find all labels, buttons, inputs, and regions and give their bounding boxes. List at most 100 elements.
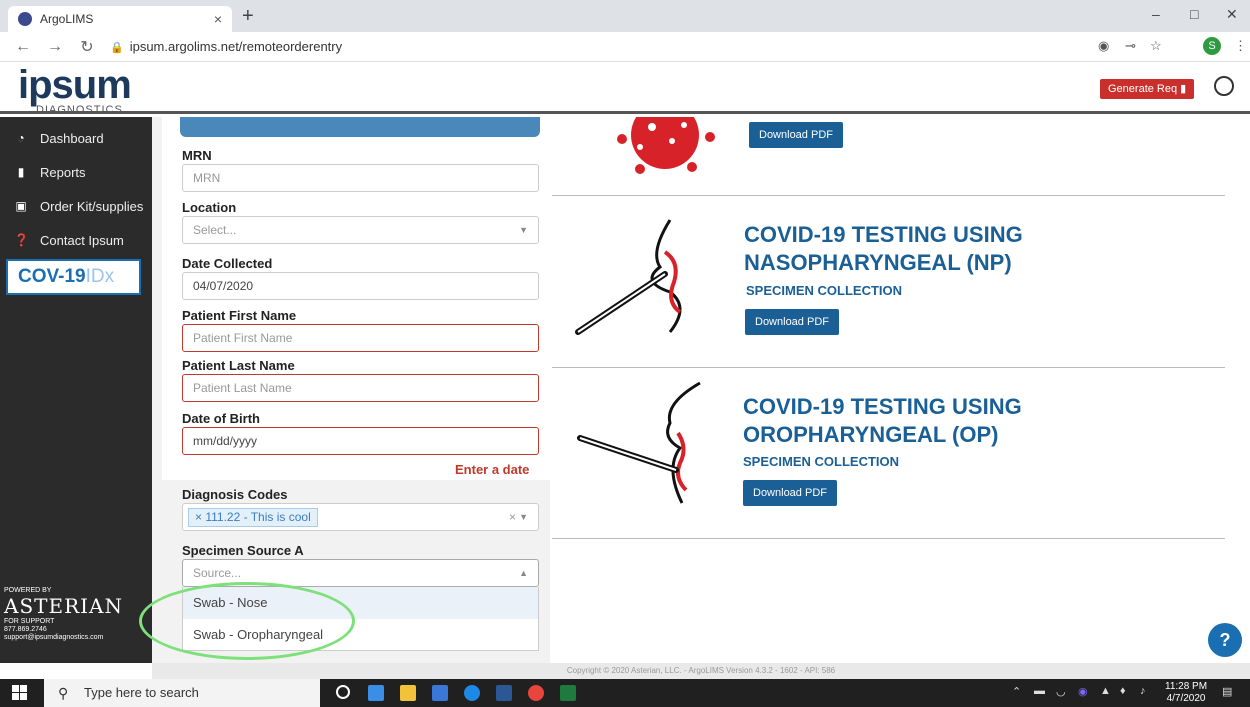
download-pdf-button-top[interactable]: Download PDF bbox=[749, 122, 843, 148]
powered-by-block: POWERED BY ASTERIAN FOR SUPPORT 877.869.… bbox=[4, 587, 123, 642]
bookmark-star-icon[interactable]: ☆ bbox=[1150, 38, 1162, 54]
browser-tab-bar: ArgoLIMS × + – □ ✕ bbox=[0, 0, 1250, 32]
tag-remove-icon[interactable]: × bbox=[195, 510, 202, 524]
file-icon: ▮ bbox=[17, 165, 25, 179]
location-select[interactable]: Select... ▼ bbox=[182, 216, 539, 244]
diagnosis-tag-label: 111.22 - This is cool bbox=[205, 510, 311, 524]
minimize-icon[interactable]: – bbox=[1152, 6, 1160, 22]
divider bbox=[552, 195, 1225, 196]
logo-text: ipsum bbox=[18, 63, 132, 107]
tray-chevron-icon[interactable]: ⌃ bbox=[1012, 685, 1021, 698]
url-text: ipsum.argolims.net/remoteorderentry bbox=[129, 39, 343, 54]
location-icon[interactable]: ◉ bbox=[1098, 38, 1109, 54]
specimen-source-placeholder: Source... bbox=[193, 566, 242, 580]
sidebar-item-label: Order Kit/supplies bbox=[40, 198, 144, 214]
ipsum-logo[interactable]: ipsum DIAGNOSTICS bbox=[18, 63, 132, 116]
help-button[interactable]: ? bbox=[1208, 623, 1242, 657]
excel-icon[interactable] bbox=[560, 685, 576, 701]
np-card-subtitle: SPECIMEN COLLECTION bbox=[746, 283, 903, 298]
date-collected-input[interactable]: 04/07/2020 bbox=[182, 272, 539, 300]
taskbar-search-text: Type here to search bbox=[84, 685, 199, 700]
restore-icon[interactable]: □ bbox=[1190, 6, 1198, 22]
taskbar-search[interactable]: ⚲ Type here to search bbox=[44, 679, 320, 707]
download-pdf-button-op[interactable]: Download PDF bbox=[743, 480, 837, 506]
word-icon[interactable] bbox=[496, 685, 512, 701]
tray-wifi-icon[interactable]: ◡ bbox=[1056, 685, 1066, 698]
clear-icon[interactable]: × bbox=[509, 504, 516, 530]
key-icon[interactable]: ⊸ bbox=[1125, 38, 1136, 54]
tray-dropbox-icon[interactable]: ♦ bbox=[1120, 685, 1126, 697]
file-explorer-icon[interactable] bbox=[400, 685, 416, 701]
dropbox-icon[interactable] bbox=[432, 685, 448, 701]
highlight-ellipse bbox=[139, 582, 355, 660]
tray-app-icon[interactable]: ◉ bbox=[1078, 685, 1088, 698]
argolims-favicon-icon bbox=[18, 12, 32, 26]
first-name-input[interactable]: Patient First Name bbox=[182, 324, 539, 352]
diagnosis-codes-select[interactable]: × 111.22 - This is cool × ▼ bbox=[182, 503, 539, 531]
dashboard-icon: ◔ bbox=[17, 131, 25, 145]
sidebar-item-label: Reports bbox=[40, 164, 86, 180]
cortana-icon[interactable] bbox=[336, 685, 350, 699]
chrome-icon[interactable] bbox=[528, 685, 544, 701]
download-pdf-button-np[interactable]: Download PDF bbox=[745, 309, 839, 335]
new-tab-button[interactable]: + bbox=[242, 5, 254, 28]
address-bar: ← → ↻ 🔒 ipsum.argolims.net/remoteorderent… bbox=[0, 32, 1250, 62]
generate-req-label: Generate Req bbox=[1108, 83, 1178, 95]
sidebar-item-reports[interactable]: ▮ Reports bbox=[0, 155, 152, 189]
tab-title: ArgoLIMS bbox=[40, 12, 94, 26]
op-card-subtitle: SPECIMEN COLLECTION bbox=[743, 454, 900, 469]
chevron-down-icon[interactable]: ▼ bbox=[519, 504, 528, 530]
search-icon: ⚲ bbox=[58, 685, 69, 701]
file-icon: ▮ bbox=[1180, 83, 1187, 95]
nasopharyngeal-swab-illustration bbox=[575, 219, 682, 335]
tray-battery-icon[interactable]: ▬ bbox=[1034, 685, 1045, 697]
question-icon: ❓ bbox=[14, 233, 29, 247]
window-close-icon[interactable]: ✕ bbox=[1226, 6, 1238, 23]
np-card-title-line2: NASOPHARYNGEAL (NP) bbox=[744, 250, 1012, 275]
tab-close-icon[interactable]: × bbox=[214, 11, 222, 27]
sidebar-item-dashboard[interactable]: ◔ Dashboard bbox=[0, 121, 152, 155]
np-card-title-line1: COVID-19 TESTING USING bbox=[744, 222, 1023, 247]
browser-tab[interactable]: ArgoLIMS × bbox=[8, 6, 232, 32]
user-account-icon[interactable] bbox=[1214, 76, 1234, 96]
forward-arrow-icon[interactable]: → bbox=[46, 38, 64, 56]
dob-label: Date of Birth bbox=[182, 411, 260, 426]
sidebar-item-label: Dashboard bbox=[40, 130, 104, 146]
url-field[interactable]: 🔒 ipsum.argolims.net/remoteorderentry bbox=[110, 39, 342, 54]
badge-idx-text: IDx bbox=[85, 266, 115, 287]
powered-by-label: POWERED BY bbox=[4, 587, 52, 594]
chevron-down-icon: ▼ bbox=[519, 225, 528, 235]
support-email: support@ipsumdiagnostics.com bbox=[4, 634, 104, 641]
profile-avatar[interactable]: S bbox=[1203, 37, 1221, 55]
chevron-up-icon: ▲ bbox=[519, 568, 528, 578]
virus-illustration bbox=[617, 117, 715, 174]
last-name-input[interactable]: Patient Last Name bbox=[182, 374, 539, 402]
notifications-icon[interactable]: ▤ bbox=[1222, 685, 1232, 698]
oropharyngeal-swab-illustration bbox=[577, 381, 701, 504]
dob-error-message: Enter a date bbox=[455, 462, 530, 477]
outlook-icon[interactable] bbox=[368, 685, 384, 701]
sidebar-item-order-kit[interactable]: ▣ Order Kit/supplies bbox=[0, 189, 152, 223]
mrn-input[interactable]: MRN bbox=[182, 164, 539, 192]
edge-icon[interactable] bbox=[464, 685, 480, 701]
op-card-title-line2: OROPHARYNGEAL (OP) bbox=[743, 422, 999, 447]
reload-icon[interactable]: ↻ bbox=[78, 37, 96, 57]
windows-start-icon[interactable] bbox=[12, 685, 28, 701]
sidebar-item-contact[interactable]: ❓ Contact Ipsum bbox=[0, 223, 152, 257]
support-phone: 877.869.2746 bbox=[4, 626, 47, 633]
location-placeholder: Select... bbox=[193, 223, 237, 237]
support-label: FOR SUPPORT bbox=[4, 618, 55, 625]
tray-volume-icon[interactable]: ♪ bbox=[1140, 685, 1146, 697]
op-card-title-line1: COVID-19 TESTING USING bbox=[743, 394, 1022, 419]
sidebar-item-label: Contact Ipsum bbox=[40, 232, 124, 248]
cov19-idx-badge[interactable]: COV-19 IDx bbox=[6, 259, 141, 295]
tray-network-icon[interactable]: ▲ bbox=[1100, 685, 1111, 697]
back-arrow-icon[interactable]: ← bbox=[14, 38, 32, 56]
diagnosis-tag[interactable]: × 111.22 - This is cool bbox=[188, 508, 318, 527]
browser-menu-icon[interactable]: ⋮ bbox=[1234, 38, 1247, 54]
copyright-footer: Copyright © 2020 Asterian, LLC. - ArgoLI… bbox=[152, 663, 1250, 679]
date-collected-label: Date Collected bbox=[182, 256, 273, 271]
dob-input[interactable]: mm/dd/yyyy bbox=[182, 427, 539, 455]
generate-req-button[interactable]: Generate Req ▮ bbox=[1100, 79, 1195, 99]
taskbar-clock[interactable]: 11:28 PM 4/7/2020 bbox=[1165, 681, 1207, 705]
